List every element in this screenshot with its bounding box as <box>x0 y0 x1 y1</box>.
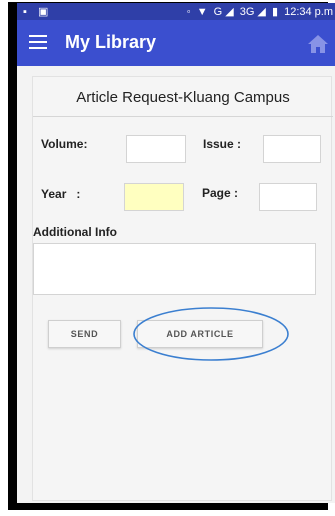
page-label: Page : <box>202 186 239 200</box>
image-icon: ▣ <box>37 6 49 18</box>
volume-label: Volume: <box>41 137 88 151</box>
wifi-icon: ▼ <box>196 6 208 18</box>
status-left: ▪ ▣ <box>23 5 56 18</box>
network-type-secondary: 3G <box>239 6 255 18</box>
app-bar: My Library <box>17 20 335 66</box>
status-bar: ▪ ▣ ◦ ▼ G ◢ 3G ◢ ▮ 12:34 p.m <box>17 3 335 20</box>
send-button[interactable]: SEND <box>48 320 121 348</box>
year-field[interactable] <box>124 183 184 211</box>
annotation-circle <box>133 307 289 361</box>
form-title: Article Request-Kluang Campus <box>76 89 290 106</box>
app-title: My Library <box>65 32 157 52</box>
page-field[interactable] <box>259 183 317 211</box>
data-sync-icon: ◦ <box>186 6 191 18</box>
status-time: 12:34 p.m <box>284 6 333 18</box>
phone-screen: ▪ ▣ ◦ ▼ G ◢ 3G ◢ ▮ 12:34 p.m My Library Ar… <box>17 3 335 503</box>
volume-field[interactable] <box>126 135 186 163</box>
hamburger-menu-icon[interactable] <box>29 35 47 51</box>
status-right: ◦ ▼ G ◢ 3G ◢ ▮ 12:34 p.m <box>184 5 333 18</box>
additional-info-label: Additional Info <box>33 225 117 239</box>
signal-icon: ◢ <box>257 6 266 18</box>
network-type: G <box>213 6 223 18</box>
year-label: Year : <box>41 187 81 201</box>
battery-icon: ▮ <box>271 6 279 18</box>
notification-icon: ▪ <box>23 6 27 18</box>
home-icon[interactable] <box>307 34 329 54</box>
issue-field[interactable] <box>263 135 321 163</box>
article-request-form: Article Request-Kluang Campus Volume: Is… <box>32 76 333 501</box>
signal-icon: ◢ <box>225 6 234 18</box>
issue-label: Issue : <box>203 137 242 151</box>
additional-info-field[interactable] <box>33 243 316 295</box>
title-divider <box>33 116 333 117</box>
